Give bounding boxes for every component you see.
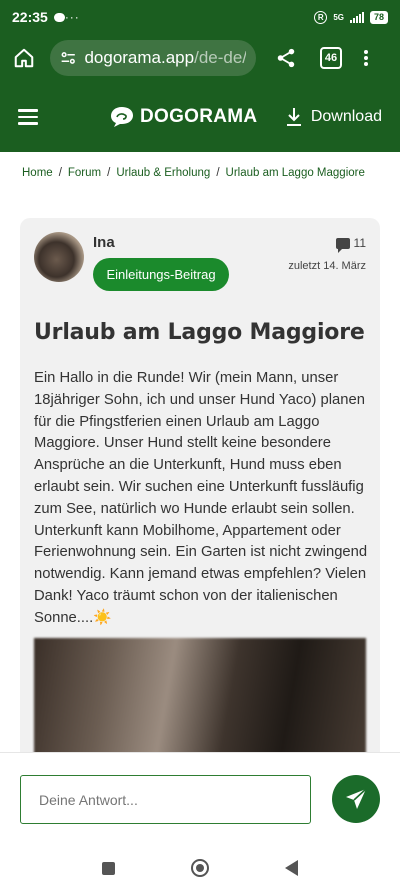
download-label: Download — [310, 108, 382, 125]
url-text: dogorama.app/de-de/fo — [84, 48, 246, 68]
breadcrumb-category[interactable]: Urlaub & Erholung — [116, 167, 210, 179]
home-button[interactable] — [10, 44, 38, 72]
breadcrumb-separator: / — [107, 167, 111, 179]
address-bar[interactable]: dogorama.app/de-de/fo — [50, 40, 256, 76]
send-icon — [346, 788, 367, 809]
logo-bubble-icon — [111, 107, 133, 127]
share-button[interactable] — [272, 44, 300, 72]
recent-apps-icon[interactable] — [102, 861, 115, 875]
breadcrumb-home[interactable]: Home — [22, 167, 53, 179]
hamburger-menu-icon[interactable] — [18, 109, 38, 125]
battery-indicator: 78 — [369, 10, 388, 24]
browser-toolbar: dogorama.app/de-de/fo 46 — [0, 34, 400, 82]
download-button[interactable]: Download — [285, 107, 382, 127]
breadcrumb-separator: / — [216, 167, 220, 179]
tab-switcher-button[interactable]: 46 — [320, 47, 342, 69]
comment-count: 11 — [335, 236, 366, 253]
signal-icon — [349, 11, 364, 23]
url-path: /de-de/fo — [194, 48, 246, 67]
breadcrumb-forum[interactable]: Forum — [68, 167, 101, 179]
site-logo[interactable]: DOGORAMA — [110, 106, 257, 128]
status-time: 22:35 — [12, 9, 48, 25]
registered-icon: R — [314, 10, 328, 24]
author-name[interactable]: Ina — [93, 234, 115, 251]
avatar[interactable] — [34, 232, 84, 282]
post-body: Ein Hallo in die Runde! Wir (mein Mann, … — [34, 370, 368, 626]
network-type: 5G — [333, 12, 344, 22]
url-domain: dogorama.app — [84, 48, 195, 67]
comment-icon — [335, 237, 350, 253]
system-nav-bar — [0, 847, 400, 889]
send-button[interactable] — [332, 775, 380, 823]
more-notifications-icon: ··· — [64, 10, 80, 24]
post-card: Ina Einleitungs-Beitrag 11 zuletzt 14. M… — [20, 218, 380, 778]
home-nav-icon[interactable] — [191, 859, 209, 877]
reply-bar — [0, 752, 400, 847]
post-title: Urlaub am Laggo Maggiore — [34, 320, 365, 345]
browser-menu-button[interactable] — [364, 50, 368, 66]
back-icon[interactable] — [285, 860, 298, 876]
download-icon — [286, 108, 301, 126]
logo-text: DOGORAMA — [140, 106, 258, 127]
breadcrumb-separator: / — [58, 167, 62, 179]
breadcrumb-current[interactable]: Urlaub am Laggo Maggiore — [226, 167, 365, 179]
chat-notification-icon — [53, 12, 65, 22]
last-activity: zuletzt 14. März — [288, 260, 366, 272]
site-settings-icon — [61, 52, 75, 64]
breadcrumb: Home / Forum / Urlaub & Erholung / Urlaub am L… — [22, 167, 365, 179]
status-bar: 22:35 ··· R 5G 78 — [0, 0, 400, 34]
share-icon — [277, 48, 295, 68]
reply-input[interactable] — [20, 775, 311, 824]
site-header: DOGORAMA Download — [0, 82, 400, 152]
intro-post-badge: Einleitungs-Beitrag — [93, 258, 229, 291]
comment-count-value: 11 — [353, 236, 366, 250]
home-icon — [14, 48, 34, 68]
